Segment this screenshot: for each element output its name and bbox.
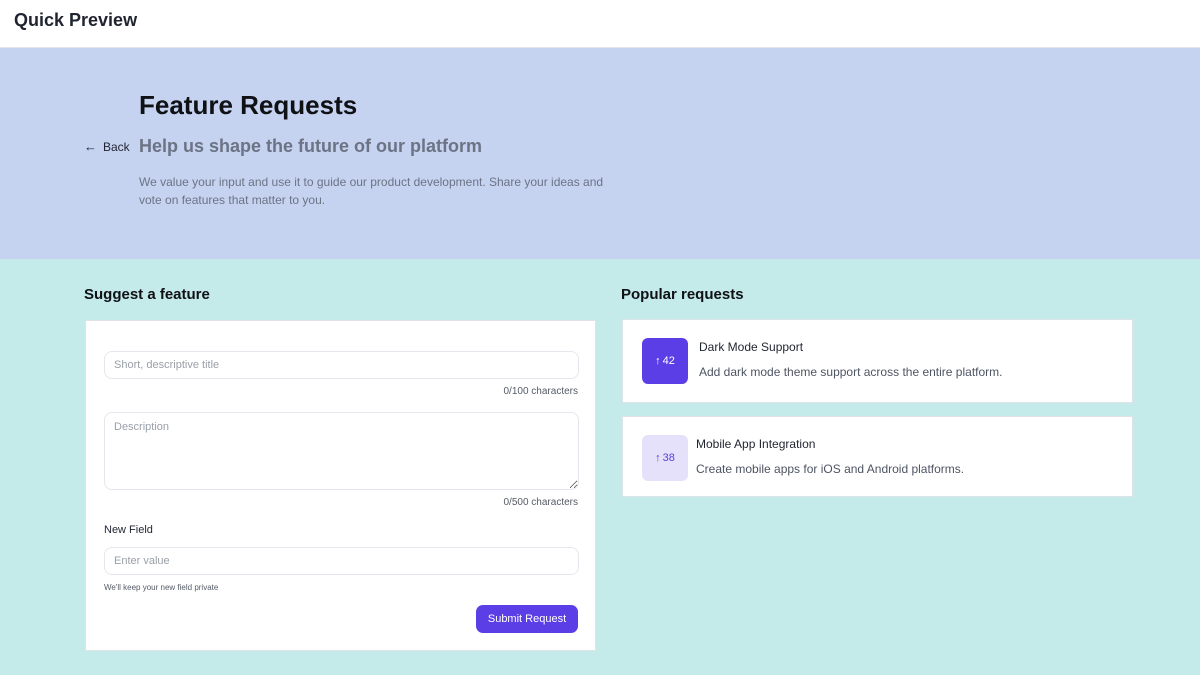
request-title: Mobile App Integration — [696, 437, 816, 451]
suggest-form: 0/100 characters 0/500 characters New Fi… — [85, 320, 596, 651]
back-label: Back — [103, 139, 130, 154]
arrow-up-icon: ↑ — [655, 355, 661, 367]
app-title: Quick Preview — [14, 10, 138, 30]
vote-count: 38 — [662, 452, 675, 464]
top-bar: Quick Preview — [0, 0, 1200, 48]
page-subtitle: Help us shape the future of our platform — [139, 136, 483, 156]
back-button[interactable]: ← Back — [84, 139, 130, 154]
suggest-heading: Suggest a feature — [84, 286, 210, 303]
submit-request-button[interactable]: Submit Request — [476, 605, 578, 633]
vote-count: 42 — [662, 355, 675, 367]
request-card: ↑ 42 Dark Mode Support Add dark mode the… — [622, 319, 1133, 403]
new-field-label: New Field — [104, 524, 153, 536]
new-field-hint: We'll keep your new field private — [104, 583, 219, 592]
page-description: We value your input and use it to guide … — [139, 175, 604, 207]
description-textarea[interactable] — [104, 412, 579, 490]
popular-heading: Popular requests — [621, 286, 744, 303]
request-description: Add dark mode theme support across the e… — [699, 365, 1003, 379]
title-char-counter: 0/100 characters — [503, 386, 579, 397]
arrow-left-icon: ← — [84, 139, 97, 154]
request-card: ↑ 38 Mobile App Integration Create mobil… — [622, 416, 1133, 497]
arrow-up-icon: ↑ — [655, 452, 661, 464]
page-title: Feature Requests — [139, 90, 358, 120]
request-title: Dark Mode Support — [699, 340, 804, 354]
upvote-button[interactable]: ↑ 38 — [642, 435, 688, 481]
description-char-counter: 0/500 characters — [503, 497, 579, 508]
request-description: Create mobile apps for iOS and Android p… — [696, 462, 965, 476]
upvote-button[interactable]: ↑ 42 — [642, 338, 688, 384]
title-input[interactable] — [104, 351, 579, 379]
new-field-input[interactable] — [104, 547, 579, 575]
